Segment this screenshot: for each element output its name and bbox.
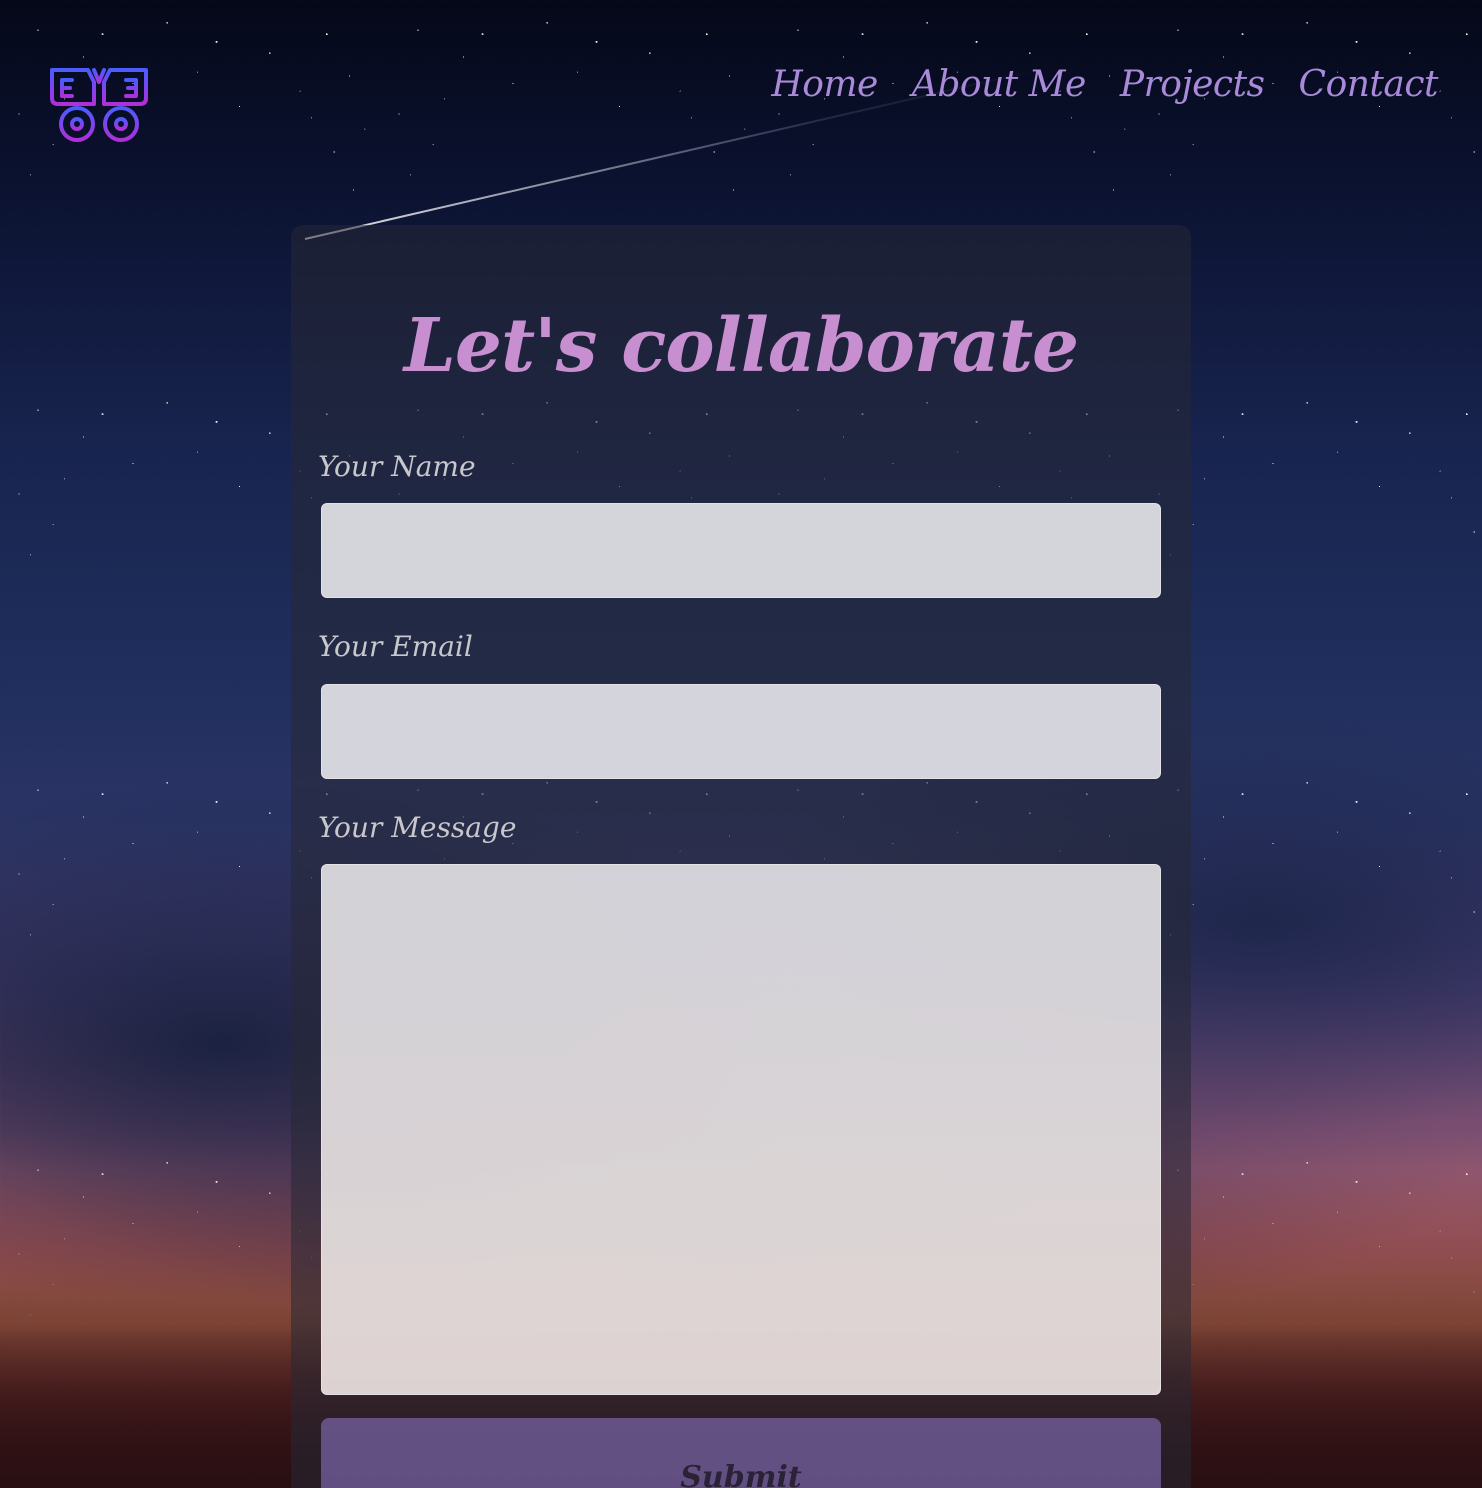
email-input[interactable]: [321, 684, 1161, 779]
nav-contact-link[interactable]: Contact: [1299, 64, 1439, 105]
main-nav: Home About Me Projects Contact: [771, 64, 1438, 105]
message-label: Your Message: [318, 811, 517, 844]
form-title: Let's collaborate: [403, 303, 1079, 389]
email-label: Your Email: [318, 630, 473, 663]
nav-home-link[interactable]: Home: [771, 64, 878, 105]
site-header: Home About Me Projects Contact: [0, 0, 1482, 170]
logo-link[interactable]: [48, 64, 150, 146]
nav-about-link[interactable]: About Me: [912, 64, 1086, 105]
contact-form: Let's collaborate Your Name Your Email Y…: [291, 225, 1191, 1488]
name-input[interactable]: [321, 503, 1161, 598]
name-label: Your Name: [318, 450, 476, 483]
message-textarea[interactable]: [321, 864, 1161, 1395]
nav-projects-link[interactable]: Projects: [1120, 64, 1265, 105]
butterfly-icon: [50, 68, 148, 142]
submit-button[interactable]: Submit: [321, 1418, 1161, 1488]
